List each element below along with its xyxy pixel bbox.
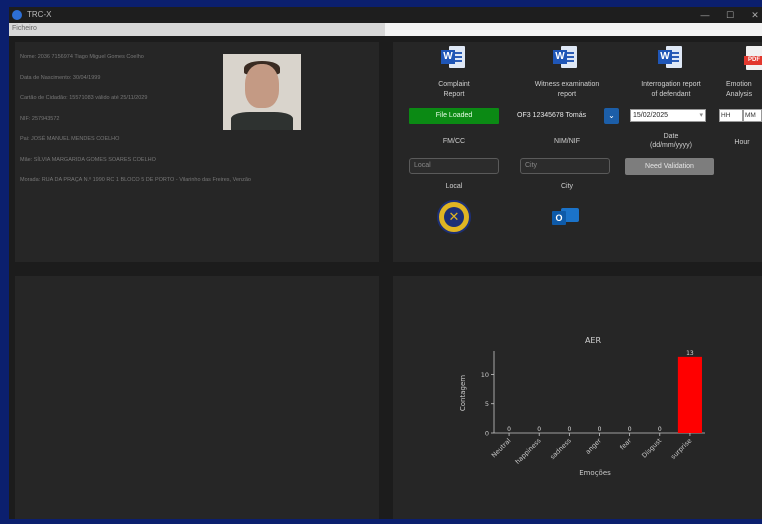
chart-data-label: 0 [658,426,662,433]
chevron-down-icon[interactable]: ⌄ [604,108,619,124]
minute-select[interactable]: MM [743,109,762,122]
chart-x-tick-label: Neutral [490,437,513,460]
chart-title: AER [585,336,602,345]
nim-nif-label: NIM/NIF [553,138,581,145]
minute-value: MM [745,112,756,119]
chart-y-tick-label: 5 [485,400,489,408]
witness-report-word-icon[interactable]: W [553,46,579,70]
info-id-card: Cartão de Cidadão: 15571083 válido até 2… [20,95,148,101]
personal-info-panel: Nome: 2036 7156974 Tiago Miguel Gomes Co… [15,42,379,262]
chart-data-label: 0 [628,426,632,433]
chart-x-tick-label: surprise [669,437,693,461]
city-placeholder: City [525,162,538,169]
empty-panel [15,276,379,519]
chart-x-tick-label: anger [584,437,603,456]
chart-data-label: 0 [507,426,511,433]
date-label: Date (dd/mm/yyyy) [650,133,692,149]
chart-x-tick-label: Disgust [640,436,663,459]
city-input[interactable]: City [520,158,610,174]
interrogation-report-label: Interrogation report of defendant [641,81,701,98]
police-badge-icon[interactable]: ✕ [437,200,471,234]
chart-x-axis-label: Emoções [579,469,611,477]
emotion-analysis-pdf-icon[interactable]: PDF [742,46,762,70]
info-nif: NIF: 257943572 [20,116,60,122]
chart-x-tick-label: happiness [514,436,543,465]
chart-data-label: 0 [598,426,602,433]
emotion-bar-chart: AER Contagem Emoções 05100Neutral0happin… [459,336,705,477]
outlook-mail-icon[interactable]: O [552,205,580,229]
documents-panel: W W W PDF Complaint Report Witness exami… [393,42,762,262]
complaint-report-label: Complaint Report [438,81,470,98]
city-label: City [560,183,574,190]
chart-marks: 05100Neutral0happiness0sadness0anger0fea… [481,350,705,466]
chart-data-label: 0 [567,426,571,433]
date-value: 15/02/2025 [633,112,669,119]
chart-data-label: 13 [686,350,694,357]
interrogation-report-word-icon[interactable]: W [658,46,684,70]
emotion-analysis-label: Emotion Analysis [726,81,753,98]
chart-x-tick-label: fear [618,437,633,452]
window-title: TRC-X [27,10,52,19]
main-content: Nome: 2036 7156974 Tiago Miguel Gomes Co… [9,36,762,519]
app-window: TRC-X — ☐ ✕ Ficheiro Nome: 2036 7156974 … [0,0,762,519]
nim-select-value: OF3 12345678 Tomás [517,112,587,119]
chart-y-axis-label: Contagem [459,375,467,411]
witness-report-label: Witness examination report [534,81,600,98]
local-label: Local [445,183,463,190]
person-photo [223,54,301,130]
menu-item-file[interactable]: Ficheiro [12,25,37,32]
chart-x-tick-label: sadness [548,436,573,461]
complaint-report-word-icon[interactable]: W [441,46,467,70]
close-button[interactable]: ✕ [748,8,762,22]
local-placeholder: Local [414,162,431,169]
info-name: Nome: 2036 7156974 Tiago Miguel Gomes Co… [20,54,144,60]
fm-cc-label: FM/CC [442,138,466,145]
chart-y-tick-label: 10 [481,371,489,379]
date-dropdown-icon[interactable]: ▾ [699,111,703,119]
nim-select[interactable]: OF3 12345678 Tomás ⌄ [515,108,619,124]
info-address: Morada: RUA DA PRAÇA N.º 1990 RC 1 BLOCO… [20,177,251,183]
menu-strip: Ficheiro [9,23,385,36]
info-father: Pai: JOSÉ MANUEL MENDES COELHO [20,136,120,142]
maximize-button[interactable]: ☐ [723,8,737,22]
date-picker[interactable]: 15/02/2025 ▾ [630,109,706,122]
title-bar: TRC-X — ☐ ✕ [9,7,762,23]
chart-panel: AER Contagem Emoções 0 5 10 0 Neutral 0 happin… [393,276,762,519]
menu-bar: Ficheiro [9,23,762,36]
local-input[interactable]: Local [409,158,499,174]
hour-label: Hour [734,139,750,146]
need-validation-button[interactable]: Need Validation [625,158,714,175]
chart-y-tick-label: 0 [485,430,489,438]
file-loaded-button[interactable]: File Loaded [409,108,499,124]
app-logo-icon [12,10,22,20]
hour-value: HH [721,112,731,119]
chart-bar [677,356,702,433]
chart-data-label: 0 [537,426,541,433]
info-birth-date: Data de Nascimento: 30/04/1999 [20,75,101,81]
minimize-button[interactable]: — [698,8,712,22]
info-mother: Mãe: SÍLVIA MARGARIDA GOMES SOARES COELH… [20,157,156,163]
hour-select[interactable]: HH [719,109,743,122]
